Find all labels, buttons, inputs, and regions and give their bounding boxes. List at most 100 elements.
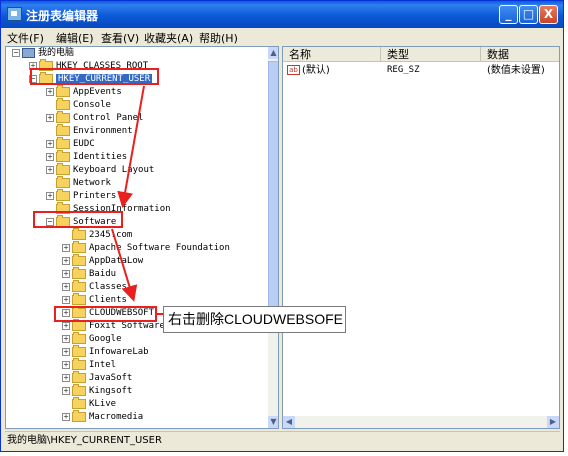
highlight-box-cloudwebsoft	[54, 306, 157, 322]
expand-icon[interactable]: +	[62, 269, 70, 278]
tree-node-classes[interactable]: + Classes	[62, 279, 127, 294]
expand-icon[interactable]: +	[62, 282, 70, 291]
tree-node-label: Intel	[89, 360, 117, 370]
values-list-pane[interactable]: 名称 类型 数据 ab (默认) REG_SZ (数值未设置) ◀ ▶	[282, 46, 560, 429]
tree-node-google[interactable]: + Google	[62, 331, 122, 346]
folder-icon	[72, 227, 86, 240]
menu-help[interactable]: 帮助(H)	[199, 30, 238, 46]
expand-icon[interactable]: +	[62, 412, 70, 421]
tree-node-label: Classes	[89, 282, 127, 292]
tree-node-label: Identities	[73, 152, 128, 162]
folder-icon	[56, 84, 70, 97]
menu-view[interactable]: 查看(V)	[101, 30, 139, 46]
folder-icon	[72, 370, 86, 383]
folder-icon	[56, 188, 70, 201]
scroll-up-arrow-icon[interactable]: ▲	[268, 47, 278, 59]
tree-node-label: InfowareLab	[89, 347, 149, 357]
registry-tree-pane[interactable]: − 我的电脑 + HKEY_CLASSES_ROOT − HKEY_CURRENT_U…	[5, 46, 279, 429]
tree-node-network[interactable]: Network	[46, 175, 111, 190]
expand-icon[interactable]: +	[46, 139, 54, 148]
tree-node-eudc[interactable]: + EUDC	[46, 136, 95, 151]
tree-node-label: 2345.com	[89, 230, 133, 240]
tree-node-label: Console	[73, 100, 111, 110]
menu-file[interactable]: 文件(F)	[7, 30, 44, 46]
highlight-box-software	[33, 211, 123, 228]
expand-icon[interactable]: +	[62, 360, 70, 369]
value-data: (数值未设置)	[487, 65, 545, 76]
folder-icon	[72, 266, 86, 279]
folder-icon	[56, 175, 70, 188]
column-header-name[interactable]: 名称	[283, 47, 381, 62]
expand-icon[interactable]: +	[46, 191, 54, 200]
folder-icon	[72, 344, 86, 357]
column-header-data[interactable]: 数据	[481, 47, 559, 62]
scroll-thumb[interactable]	[268, 61, 278, 313]
tree-node-label: AppDataLow	[89, 256, 144, 266]
folder-icon	[72, 331, 86, 344]
tree-node-label: AppEvents	[73, 87, 122, 97]
expand-icon[interactable]: +	[62, 334, 70, 343]
scroll-down-arrow-icon[interactable]: ▼	[268, 416, 278, 428]
tree-node-klive[interactable]: KLive	[62, 396, 117, 411]
tree-node-intel[interactable]: + Intel	[62, 357, 117, 372]
folder-icon	[72, 383, 86, 396]
menu-bar: 文件(F) 编辑(E) 查看(V) 收藏夹(A) 帮助(H)	[1, 28, 563, 45]
expand-icon[interactable]: +	[62, 295, 70, 304]
value-type: REG_SZ	[387, 65, 420, 75]
column-header-type[interactable]: 类型	[381, 47, 481, 62]
folder-icon	[56, 97, 70, 110]
folder-icon	[56, 136, 70, 149]
expand-icon[interactable]: +	[62, 373, 70, 382]
folder-icon	[56, 149, 70, 162]
expand-icon[interactable]: +	[46, 165, 54, 174]
tree-node-label: EUDC	[73, 139, 95, 149]
scroll-left-arrow-icon[interactable]: ◀	[283, 416, 295, 428]
expand-icon[interactable]: +	[62, 386, 70, 395]
folder-icon	[72, 409, 86, 422]
annotation-callout: 右击删除CLOUDWEBSOFE	[163, 306, 346, 333]
expand-icon[interactable]: +	[62, 347, 70, 356]
expand-icon[interactable]: +	[62, 256, 70, 265]
tree-node-label: JavaSoft	[89, 373, 133, 383]
expand-icon[interactable]: +	[46, 152, 54, 161]
close-button[interactable]: X	[539, 5, 558, 24]
expand-icon[interactable]: +	[46, 113, 54, 122]
tree-vertical-scrollbar[interactable]: ▲ ▼	[268, 47, 278, 428]
folder-icon	[72, 318, 86, 331]
tree-node-baidu[interactable]: + Baidu	[62, 266, 116, 281]
folder-icon	[72, 279, 86, 292]
minimize-button[interactable]: _	[499, 5, 518, 24]
expand-icon[interactable]: +	[46, 87, 54, 96]
value-row-default[interactable]: ab (默认)	[287, 64, 330, 77]
menu-edit[interactable]: 编辑(E)	[56, 30, 94, 46]
tree-node-label: Apache Software Foundation	[89, 243, 230, 253]
folder-icon	[72, 240, 86, 253]
regedit-app-icon	[7, 7, 22, 21]
tree-node-label: Keyboard Layout	[73, 165, 155, 175]
folder-icon	[56, 162, 70, 175]
menu-favorites[interactable]: 收藏夹(A)	[144, 30, 193, 46]
scroll-right-arrow-icon[interactable]: ▶	[547, 416, 559, 428]
tree-node-label: Control Panel	[73, 113, 144, 123]
value-name: (默认)	[302, 65, 330, 76]
folder-icon	[72, 396, 86, 409]
tree-node-macromedia[interactable]: + Macromedia	[62, 409, 144, 424]
folder-icon	[56, 110, 70, 123]
title-bar[interactable]: 注册表编辑器 _ □ X	[1, 1, 563, 28]
expand-icon[interactable]: +	[62, 321, 70, 330]
tree-node-apache[interactable]: + Apache Software Foundation	[62, 240, 230, 255]
tree-node-console[interactable]: Console	[46, 97, 111, 112]
highlight-box-hkcu	[30, 68, 159, 85]
tree-node-label: Macromedia	[89, 412, 144, 422]
collapse-icon[interactable]: −	[12, 48, 20, 57]
tree-node-label: KLive	[89, 399, 117, 409]
folder-icon	[72, 292, 86, 305]
folder-icon	[72, 253, 86, 266]
folder-icon	[72, 357, 86, 370]
computer-icon	[22, 47, 35, 58]
maximize-button[interactable]: □	[519, 5, 538, 24]
string-value-icon: ab	[287, 65, 300, 75]
tree-node-label: Clients	[89, 295, 127, 305]
list-horizontal-scrollbar[interactable]: ◀ ▶	[283, 416, 559, 428]
expand-icon[interactable]: +	[62, 243, 70, 252]
